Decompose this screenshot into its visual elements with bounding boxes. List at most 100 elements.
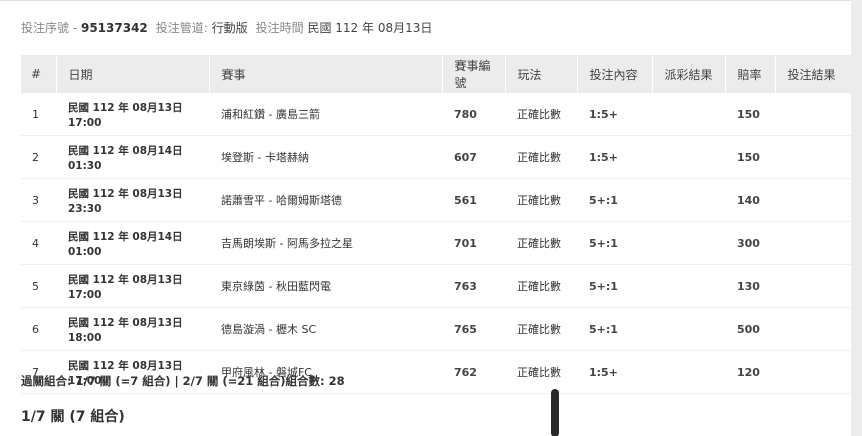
table-header-row: # 日期 賽事 賽事編號 玩法 投注內容 派彩結果 賠率 投注結果	[21, 55, 851, 93]
page-edge	[851, 0, 862, 435]
bet-meta: 投注序號 - 95137342 投注管道: 行動版 投注時間 民國 112 年 08…	[21, 19, 432, 36]
row-date-time: 01:00	[68, 245, 102, 258]
row-result	[652, 307, 725, 351]
row-date-time: 23:30	[68, 202, 102, 215]
row-date: 民國 112 年 08月14日 01:30	[56, 135, 209, 179]
row-content: 1:5+	[577, 350, 652, 394]
row-content: 5+:1	[577, 307, 652, 351]
row-date-time: 18:00	[68, 331, 102, 344]
col-bet-result: 投注結果	[775, 55, 851, 93]
row-match: 諾蕭雪平 - 哈爾姆斯塔德	[209, 178, 442, 222]
row-date-day: 民國 112 年 08月13日	[68, 273, 183, 286]
row-bet-result	[775, 135, 851, 179]
row-date-day: 民國 112 年 08月13日	[68, 316, 183, 329]
row-result	[652, 178, 725, 222]
row-code: 607	[442, 135, 505, 179]
table-row: 2 民國 112 年 08月14日 01:30 埃登斯 - 卡塔赫納 607 正確…	[21, 135, 851, 179]
row-bet-result	[775, 221, 851, 265]
row-odds: 130	[725, 264, 775, 308]
row-content: 5+:1	[577, 178, 652, 222]
row-no: 5	[21, 264, 56, 308]
row-bet-result	[775, 264, 851, 308]
table-row: 5 民國 112 年 08月13日 17:00 東京綠茵 - 秋田藍閃電 763 …	[21, 264, 851, 308]
row-result	[652, 135, 725, 179]
row-date: 民國 112 年 08月14日 01:00	[56, 221, 209, 265]
row-date: 民國 112 年 08月13日 23:30	[56, 178, 209, 222]
row-content: 5+:1	[577, 221, 652, 265]
table-row: 1 民國 112 年 08月13日 17:00 浦和紅鑽 - 廣島三箭 780 正…	[21, 93, 851, 136]
time-label: 投注時間	[255, 21, 308, 35]
scrollbar-thumb[interactable]	[551, 389, 559, 436]
row-date-day: 民國 112 年 08月14日	[68, 144, 183, 157]
row-code: 561	[442, 178, 505, 222]
row-date-time: 01:30	[68, 159, 102, 172]
row-play: 正確比數	[505, 135, 577, 179]
row-result	[652, 350, 725, 394]
bet-detail-card: 投注序號 - 95137342 投注管道: 行動版 投注時間 民國 112 年 08…	[0, 0, 851, 436]
col-match: 賽事	[209, 55, 443, 93]
table-row: 6 民國 112 年 08月13日 18:00 德島漩渦 - 櫪木 SC 765 …	[21, 307, 851, 351]
row-date-time: 17:00	[68, 116, 102, 129]
row-content: 5+:1	[577, 264, 652, 308]
row-odds: 150	[725, 135, 775, 179]
row-match: 埃登斯 - 卡塔赫納	[209, 135, 442, 179]
row-code: 763	[442, 264, 505, 308]
row-content: 1:5+	[577, 93, 652, 136]
channel-value: 行動版	[211, 21, 248, 35]
row-code: 780	[442, 93, 505, 136]
row-bet-result	[775, 93, 851, 136]
col-date: 日期	[56, 55, 210, 93]
row-date-time: 17:00	[68, 288, 102, 301]
row-match: 浦和紅鑽 - 廣島三箭	[209, 93, 442, 136]
row-date-day: 民國 112 年 08月13日	[68, 359, 183, 372]
row-odds: 140	[725, 178, 775, 222]
row-code: 762	[442, 350, 505, 394]
row-no: 3	[21, 178, 56, 222]
row-odds: 150	[725, 93, 775, 136]
table-row: 4 民國 112 年 08月14日 01:00 吉馬朗埃斯 - 阿馬多拉之星 70…	[21, 221, 851, 265]
col-code: 賽事編號	[442, 55, 506, 93]
time-value: 民國 112 年 08月13日	[307, 21, 433, 35]
row-bet-result	[775, 178, 851, 222]
row-odds: 120	[725, 350, 775, 394]
col-result: 派彩結果	[652, 55, 726, 93]
bet-table: # 日期 賽事 賽事編號 玩法 投注內容 派彩結果 賠率 投注結果 1 民國 1…	[21, 55, 851, 394]
row-play: 正確比數	[505, 178, 577, 222]
row-play: 正確比數	[505, 93, 577, 136]
row-bet-result	[775, 307, 851, 351]
row-odds: 300	[725, 221, 775, 265]
row-bet-result	[775, 350, 851, 394]
row-code: 701	[442, 221, 505, 265]
row-odds: 500	[725, 307, 775, 351]
row-date-day: 民國 112 年 08月14日	[68, 230, 183, 243]
row-play: 正確比數	[505, 264, 577, 308]
row-no: 6	[21, 307, 56, 351]
table-row: 3 民國 112 年 08月13日 23:30 諾蕭雪平 - 哈爾姆斯塔德 561…	[21, 178, 851, 222]
col-odds: 賠率	[725, 55, 776, 93]
row-date: 民國 112 年 08月13日 17:00	[56, 264, 209, 308]
row-date-day: 民國 112 年 08月13日	[68, 101, 183, 114]
col-no: #	[21, 55, 57, 93]
row-result	[652, 264, 725, 308]
channel-label: 投注管道:	[155, 21, 212, 35]
row-date: 民國 112 年 08月13日 17:00	[56, 93, 209, 136]
row-date: 民國 112 年 08月13日 18:00	[56, 307, 209, 351]
row-date-day: 民國 112 年 08月13日	[68, 187, 183, 200]
col-play: 玩法	[505, 55, 578, 93]
row-no: 4	[21, 221, 56, 265]
row-code: 765	[442, 307, 505, 351]
row-match: 德島漩渦 - 櫪木 SC	[209, 307, 442, 351]
row-play: 正確比數	[505, 221, 577, 265]
row-content: 1:5+	[577, 135, 652, 179]
serial-value: 95137342	[80, 21, 148, 35]
row-result	[652, 93, 725, 136]
row-no: 2	[21, 135, 56, 179]
row-play: 正確比數	[505, 350, 577, 394]
combination-summary: 過關組合: 1/7 關 (=7 組合) | 2/7 關 (=21 組合)組合數:…	[21, 374, 345, 388]
col-content: 投注內容	[577, 55, 653, 93]
serial-label: 投注序號 -	[21, 21, 81, 35]
row-no: 1	[21, 93, 56, 136]
row-result	[652, 221, 725, 265]
section-title: 1/7 關 (7 組合)	[21, 409, 125, 425]
row-play: 正確比數	[505, 307, 577, 351]
